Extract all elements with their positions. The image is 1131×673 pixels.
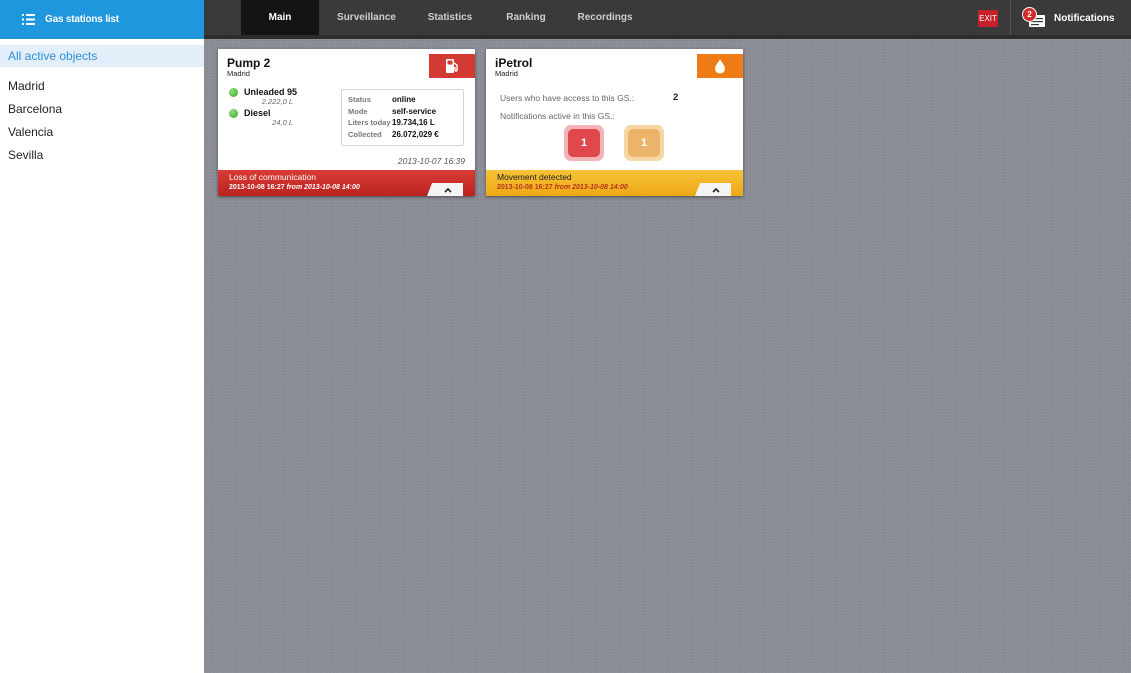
station-info-box: Status online Mode self-service Liters t… (341, 89, 464, 146)
sidebar-header[interactable]: Gas stations list (0, 0, 204, 39)
alarm-notifications-button[interactable]: 1 (564, 125, 604, 161)
info-key: Collected (348, 129, 382, 139)
chevron-up-icon (711, 187, 720, 193)
list-icon (22, 14, 35, 25)
station-dashboard: Pump 2 Madrid Unleaded 95 2.222,0 L Dies… (204, 39, 1131, 673)
oil-drop-icon (697, 54, 743, 78)
status-ok-icon (229, 109, 238, 118)
notifications-label: Notifications (1054, 12, 1115, 24)
fuel-amount: 24,0 L (272, 118, 294, 127)
station-card-ipetrol[interactable]: iPetrol Madrid Users who have access to … (486, 49, 743, 196)
warning-notifications-button[interactable]: 1 (624, 125, 664, 161)
tab-surveillance[interactable]: Surveillance (319, 0, 414, 35)
info-value: online (392, 95, 416, 105)
alert-title: Movement detected (497, 172, 572, 182)
info-key: Liters today (348, 118, 391, 128)
station-city: Madrid (495, 69, 518, 78)
info-key: Status (348, 95, 371, 105)
alarm-notifications-inner: 1 (568, 129, 600, 157)
sidebar-item-valencia[interactable]: Valencia (0, 121, 204, 143)
main-tabs: Main Surveillance Statistics Ranking Rec… (241, 0, 644, 35)
last-update-date: 2013-10-07 16:39 (397, 156, 465, 166)
station-name: iPetrol (495, 56, 533, 70)
warning-notifications-inner: 1 (628, 129, 660, 157)
fuel-amount: 2.222,0 L (261, 97, 294, 106)
status-ok-icon (229, 88, 238, 97)
notifications-active-label: Notifications active in this GS.: (500, 111, 615, 121)
alert-footer[interactable]: Loss of communication 2013-10-08 16:27 f… (218, 170, 475, 196)
chevron-up-icon (443, 187, 452, 193)
sidebar: Gas stations list All active objects Mad… (0, 0, 204, 673)
alarm-notifications-count: 1 (580, 137, 588, 149)
station-card-pump-2[interactable]: Pump 2 Madrid Unleaded 95 2.222,0 L Dies… (218, 49, 475, 196)
sidebar-item-madrid[interactable]: Madrid (0, 75, 204, 97)
alert-timestamp: 2013-10-08 16:27 (497, 184, 553, 191)
topbar-divider (1010, 0, 1011, 35)
alert-from: from 2013-10-08 14:00 (554, 184, 628, 191)
info-row-liters-today: Liters today 19.734,16 L (348, 117, 457, 129)
users-access-count: 2 (673, 92, 679, 103)
fuel-pump-icon (429, 54, 475, 78)
alert-footer[interactable]: Movement detected 2013-10-08 16:27 from … (486, 170, 743, 196)
info-row-status: Status online (348, 94, 457, 106)
info-row-collected: Collected 26.072,029 € (348, 129, 457, 141)
info-value: 19.734,16 L (392, 118, 435, 128)
fuel-row: Diesel 24,0 L (229, 108, 297, 129)
alert-time: 2013-10-08 16:27 from 2013-10-08 14:00 (497, 184, 628, 191)
fuel-row: Unleaded 95 2.222,0 L (229, 87, 297, 108)
alert-time: 2013-10-08 16:27 from 2013-10-08 14:00 (229, 184, 360, 191)
sidebar-item-barcelona[interactable]: Barcelona (0, 98, 204, 120)
station-city: Madrid (227, 69, 250, 78)
notifications-icon-wrap: 2 (1022, 7, 1046, 29)
info-value: 26.072,029 € (392, 129, 439, 139)
warning-notifications-count: 1 (640, 137, 648, 149)
sidebar-title: Gas stations list (45, 14, 119, 25)
alert-from: from 2013-10-08 14:00 (286, 184, 360, 191)
expand-button[interactable] (427, 183, 463, 196)
notifications-button[interactable]: 2 Notifications (1022, 6, 1115, 30)
info-row-mode: Mode self-service (348, 106, 457, 118)
top-navigation-bar: Main Surveillance Statistics Ranking Rec… (204, 0, 1131, 39)
sidebar-item-sevilla[interactable]: Sevilla (0, 144, 204, 166)
fuel-list: Unleaded 95 2.222,0 L Diesel 24,0 L (229, 87, 297, 129)
station-name: Pump 2 (227, 56, 271, 70)
gas-station-group-list: All active objects Madrid Barcelona Vale… (0, 39, 204, 166)
info-key: Mode (348, 106, 368, 116)
tab-recordings[interactable]: Recordings (566, 0, 644, 35)
tab-main[interactable]: Main (241, 0, 319, 35)
tab-ranking[interactable]: Ranking (486, 0, 566, 35)
users-access-label: Users who have access to this GS.: (500, 93, 635, 103)
tab-statistics[interactable]: Statistics (414, 0, 486, 35)
alert-title: Loss of communication (229, 172, 316, 182)
sidebar-item-all-active-objects[interactable]: All active objects (0, 45, 204, 67)
exit-button[interactable]: EXIT (978, 10, 998, 27)
expand-button[interactable] (695, 183, 731, 196)
alert-timestamp: 2013-10-08 16:27 (229, 184, 285, 191)
info-value: self-service (392, 106, 437, 116)
notifications-count-badge: 2 (1022, 7, 1037, 22)
